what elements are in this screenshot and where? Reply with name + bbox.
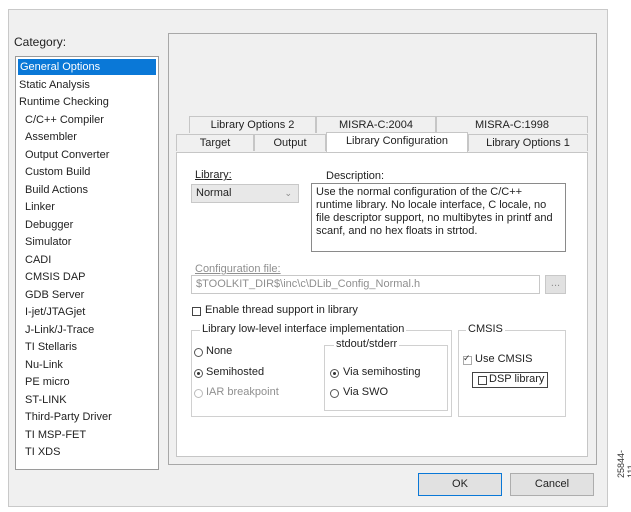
library-value: Normal: [196, 187, 232, 199]
category-item[interactable]: Simulator: [25, 234, 77, 250]
category-item[interactable]: GDB Server: [25, 287, 90, 303]
category-item[interactable]: Debugger: [25, 217, 79, 233]
cancel-button[interactable]: Cancel: [510, 473, 594, 496]
lowlevel-group-title: Library low-level interface implementati…: [200, 323, 407, 335]
dsp-library-checkbox[interactable]: [478, 376, 487, 385]
radio-via-semihosting-label: Via semihosting: [343, 366, 421, 378]
radio-none-label: None: [206, 345, 233, 357]
radio-iar-breakpoint-label: IAR breakpoint: [206, 386, 279, 398]
category-item[interactable]: Third-Party Driver: [25, 409, 118, 425]
figure-id: 25844-111: [616, 449, 631, 478]
category-item[interactable]: PE micro: [25, 374, 76, 390]
radio-via-swo-label: Via SWO: [343, 386, 389, 398]
dsp-library-label: DSP library: [489, 373, 545, 385]
tab-library-options-2[interactable]: Library Options 2: [189, 116, 316, 133]
category-list[interactable]: General Options Static Analysis Runtime Ch…: [15, 56, 159, 470]
radio-none[interactable]: [194, 348, 203, 357]
category-item[interactable]: Runtime Checking: [19, 94, 115, 110]
category-item[interactable]: Output Converter: [25, 147, 115, 163]
category-item[interactable]: General Options: [18, 59, 156, 75]
category-item[interactable]: Linker: [25, 199, 61, 215]
use-cmsis-label: Use CMSIS: [475, 353, 533, 365]
tab-target[interactable]: Target: [176, 134, 254, 151]
category-item[interactable]: TI Stellaris: [25, 339, 83, 355]
thread-support-label: Enable thread support in library: [205, 304, 358, 316]
library-label-text: Library:: [195, 169, 232, 181]
tab-library-configuration[interactable]: Library Configuration: [326, 132, 468, 152]
config-file-label: Configuration file:: [195, 263, 281, 275]
category-item[interactable]: TI MSP-FET: [25, 427, 92, 443]
category-item[interactable]: Build Actions: [25, 182, 94, 198]
radio-semihosted[interactable]: [194, 369, 203, 378]
radio-semihosted-label: Semihosted: [206, 366, 265, 378]
tab-misra-c-2004[interactable]: MISRA-C:2004: [316, 116, 436, 133]
radio-via-semihosting[interactable]: [330, 369, 339, 378]
description-label: Description:: [326, 170, 385, 182]
radio-via-swo[interactable]: [330, 389, 339, 398]
description-box: Use the normal configuration of the C/C+…: [311, 183, 566, 252]
chevron-down-icon: ⌄: [284, 188, 292, 198]
category-item[interactable]: Static Analysis: [19, 77, 96, 93]
category-item[interactable]: TI XDS: [25, 444, 66, 460]
category-item[interactable]: ST-LINK: [25, 392, 73, 408]
category-item[interactable]: CADI: [25, 252, 57, 268]
cmsis-group-title: CMSIS: [466, 323, 505, 335]
stdout-group-title: stdout/stderr: [334, 338, 400, 350]
config-file-label-text: Configuration file:: [195, 263, 281, 275]
tab-library-options-1[interactable]: Library Options 1: [468, 134, 588, 151]
radio-iar-breakpoint[interactable]: [194, 389, 203, 398]
category-item[interactable]: Nu-Link: [25, 357, 69, 373]
stdout-group: [324, 345, 448, 411]
library-label: Library:: [195, 169, 232, 181]
thread-support-checkbox[interactable]: [192, 307, 201, 316]
category-item[interactable]: CMSIS DAP: [25, 269, 92, 285]
category-item[interactable]: C/C++ Compiler: [25, 112, 110, 128]
tab-output[interactable]: Output: [254, 134, 326, 151]
category-item[interactable]: Assembler: [25, 129, 83, 145]
config-file-input[interactable]: $TOOLKIT_DIR$\inc\c\DLib_Config_Normal.h: [191, 275, 540, 294]
ok-button[interactable]: OK: [418, 473, 502, 496]
browse-button[interactable]: ...: [545, 275, 566, 294]
category-item[interactable]: J-Link/J-Trace: [25, 322, 100, 338]
category-item[interactable]: Custom Build: [25, 164, 96, 180]
category-label: Category:: [14, 35, 67, 49]
tab-misra-c-1998[interactable]: MISRA-C:1998: [436, 116, 588, 133]
use-cmsis-checkbox[interactable]: [463, 353, 472, 365]
category-item[interactable]: I-jet/JTAGjet: [25, 304, 91, 320]
library-select[interactable]: Normal ⌄: [191, 184, 299, 203]
